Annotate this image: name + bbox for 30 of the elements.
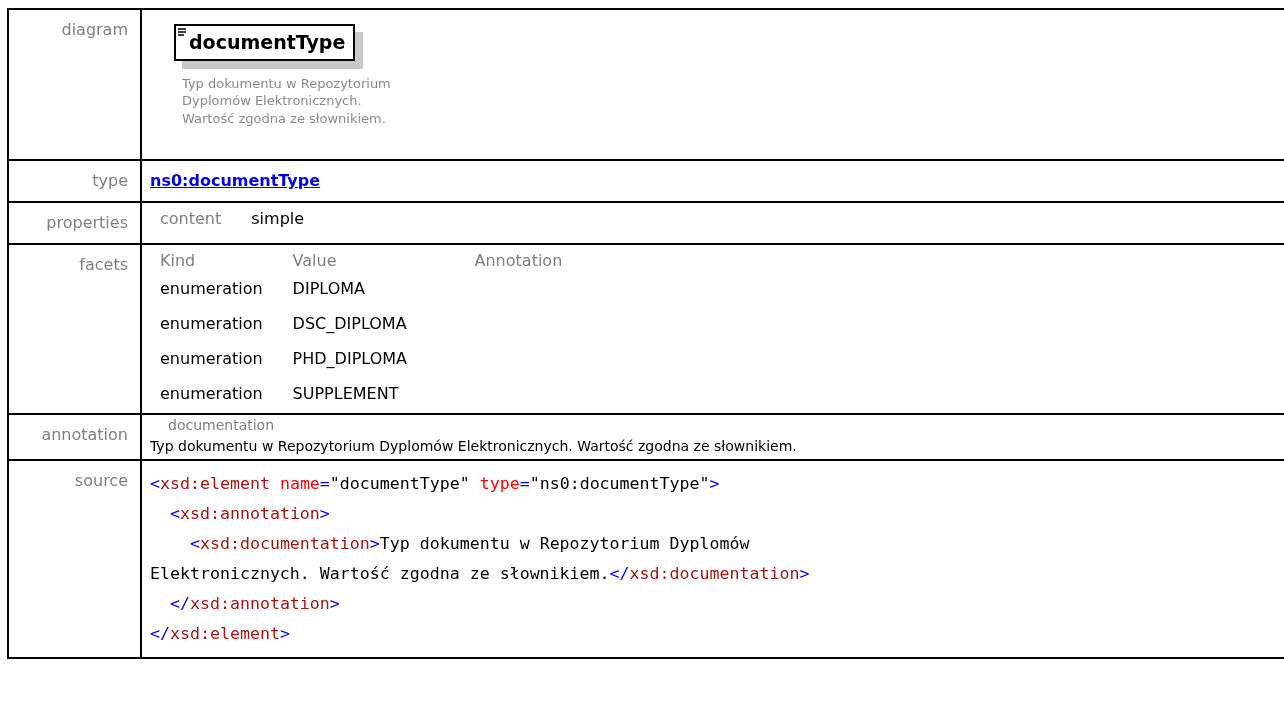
element-description: Typ dokumentu w Repozytorium Dyplomów Elektronicznych. Wartość zgodna ze słownikiem. — [182, 74, 392, 128]
row-label: diagram — [61, 20, 128, 39]
column-header: Annotation — [474, 251, 563, 271]
column-header: Value — [292, 251, 337, 271]
code-line: Elektronicznych. Wartość zgodna ze słownikiem.</xsd:documentation> — [150, 563, 811, 586]
row-label: properties — [46, 213, 128, 233]
facet-kind: enumeration — [160, 384, 263, 404]
row-label: annotation — [41, 425, 128, 445]
row-label: type — [92, 171, 128, 191]
annotation-text: Typ dokumentu w Repozytorium Dyplomów Elektronicznych. Wartość zgodna ze słownikiem. — [150, 437, 798, 457]
facet-kind: enumeration — [160, 314, 263, 334]
facet-value: PHD_DIPLOMA — [292, 349, 407, 369]
code-line: </xsd:annotation> — [168, 593, 341, 616]
column-header: Kind — [160, 251, 196, 271]
facet-kind: enumeration — [160, 279, 263, 299]
property-name: content — [160, 209, 222, 229]
lines-icon — [178, 28, 187, 37]
row-label: source — [74, 471, 128, 491]
row-label: facets — [79, 255, 128, 275]
code-line: <xsd:documentation>Typ dokumentu w Repozytorium Dyplomów — [188, 533, 751, 556]
facet-kind: enumeration — [160, 349, 263, 369]
code-line: <xsd:element name="documentType" type="ns0:documentType"> — [150, 473, 721, 496]
property-value: simple — [251, 209, 305, 229]
code-line: </xsd:element> — [150, 623, 291, 646]
annotation-heading: documentation — [167, 416, 276, 436]
facet-value: DSC_DIPLOMA — [292, 314, 407, 334]
facet-value: SUPPLEMENT — [292, 384, 399, 404]
facet-value: DIPLOMA — [292, 279, 365, 299]
code-line: <xsd:annotation> — [168, 503, 331, 526]
type-link[interactable]: ns0:documentType — [150, 171, 321, 191]
